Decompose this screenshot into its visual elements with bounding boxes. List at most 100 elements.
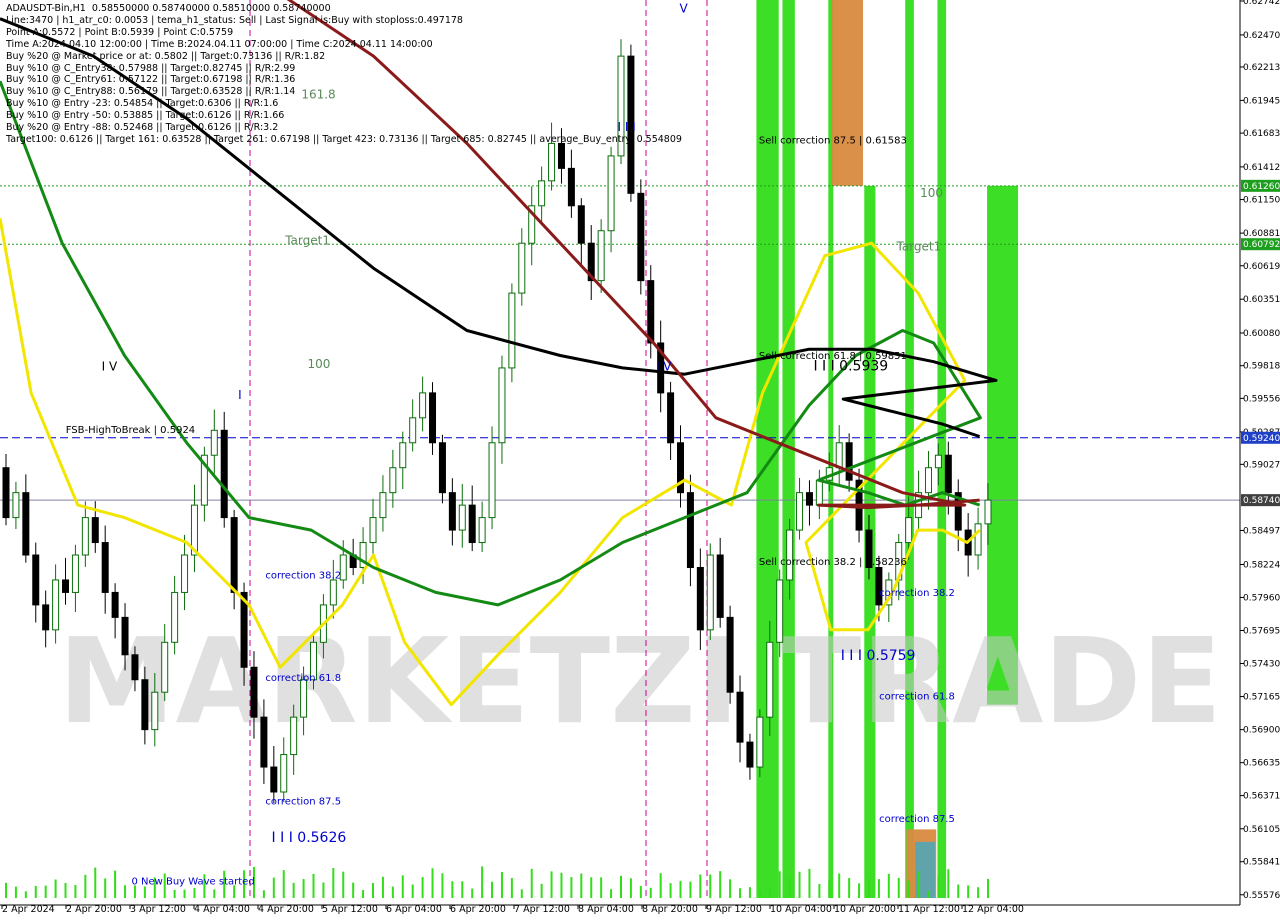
- info-line-buy-market: Buy %20 @ Market price or at: 0.5802 || …: [6, 50, 326, 62]
- candle-body: [369, 517, 377, 544]
- zone-3: [832, 0, 864, 186]
- volume-bar: [719, 871, 722, 898]
- candle-body: [52, 579, 60, 631]
- volume-bar: [500, 871, 503, 898]
- volume-bar: [679, 880, 682, 898]
- volume-bar: [590, 877, 593, 898]
- volume-bar: [431, 868, 434, 898]
- volume-bar: [14, 886, 17, 898]
- volume-bar: [808, 868, 811, 898]
- candle-body: [161, 641, 169, 693]
- candle: [508, 283, 516, 383]
- annotation-20: correction 61.8: [879, 692, 955, 703]
- candle-body: [716, 554, 724, 618]
- info-block: ADAUSDT-Bin,H1 0.58550000 0.58740000 0.5…: [6, 3, 682, 146]
- candle-body: [230, 517, 238, 593]
- time-label-7: 6 Apr 20:00: [450, 904, 506, 915]
- time-label-15: 12 Apr 04:00: [962, 904, 1024, 915]
- candle-body: [875, 566, 883, 606]
- info-line-buy-c38: Buy %10 @ C_Entry38: 0.57988 || Target:0…: [6, 62, 296, 74]
- candle-body: [786, 529, 794, 581]
- candle-body: [121, 616, 129, 656]
- volume-bar: [798, 871, 801, 898]
- annotation-4: I: [238, 388, 242, 402]
- candle-body: [577, 205, 585, 244]
- candle-body: [766, 641, 774, 718]
- volume-bar: [104, 878, 107, 898]
- price-tick-label-19: 0.57430: [1243, 660, 1280, 670]
- info-line-status: Line:3470 | h1_atr_c0: 0.0053 | tema_h1_…: [6, 14, 463, 26]
- candle-body: [974, 523, 982, 556]
- candle-body: [280, 754, 288, 793]
- candle-body: [597, 230, 605, 282]
- volume-bar: [729, 879, 732, 898]
- volume-bar: [510, 878, 513, 898]
- time-label-8: 7 Apr 12:00: [514, 904, 570, 915]
- candle-body: [91, 517, 99, 544]
- info-line-symbol: ADAUSDT-Bin,H1 0.58550000 0.58740000 0.5…: [6, 3, 331, 14]
- volume-bar: [580, 873, 583, 898]
- candle: [438, 434, 446, 504]
- volume-bar: [560, 872, 563, 898]
- volume-bar: [332, 867, 335, 898]
- volume-bar: [709, 874, 712, 898]
- volume-bar: [421, 877, 424, 898]
- candle-body: [42, 604, 50, 631]
- volume-bar: [629, 878, 632, 898]
- volume-bar: [689, 881, 692, 898]
- volume-bar: [610, 889, 613, 898]
- volume-bar: [748, 887, 751, 898]
- price-tick-label-14: 0.59027: [1243, 460, 1280, 470]
- volume-bar: [461, 881, 464, 898]
- price-tick-label-20: 0.57165: [1243, 693, 1280, 703]
- volume-bar: [550, 871, 553, 898]
- volume-bar: [471, 888, 474, 898]
- candle-body: [905, 517, 913, 544]
- volume-bar: [530, 868, 533, 898]
- time-label-6: 6 Apr 04:00: [386, 904, 442, 915]
- price-tick-label-18: 0.57695: [1243, 626, 1280, 636]
- volume-bar: [133, 885, 136, 898]
- price-tick-label-24: 0.56105: [1243, 825, 1280, 835]
- volume-bar: [84, 874, 87, 898]
- volume-bar: [927, 890, 930, 898]
- candle-body: [12, 492, 20, 519]
- candle-body: [478, 517, 486, 544]
- candle-body: [101, 542, 109, 593]
- price-highlight-label-1: 0.60792: [1243, 240, 1280, 250]
- volume-bar: [94, 867, 97, 898]
- time-label-2: 3 Apr 12:00: [130, 904, 186, 915]
- candle-body: [111, 591, 119, 618]
- candle-body: [845, 442, 853, 481]
- volume-bar: [381, 876, 384, 898]
- volume-bar: [739, 888, 742, 898]
- volume-bar: [451, 881, 454, 898]
- annotation-13: 0 New Buy Wave started: [131, 876, 254, 887]
- volume-bar: [649, 887, 652, 898]
- candle-body: [409, 417, 417, 444]
- candle-body: [696, 566, 704, 631]
- volume-bar: [907, 880, 910, 898]
- volume-bar: [24, 891, 27, 898]
- price-highlight-label-0: 0.61260: [1243, 182, 1280, 192]
- price-tick-label-15: 0.58497: [1243, 526, 1280, 536]
- info-line-buy-e23: Buy %10 @ Entry -23: 0.54854 || Target:0…: [6, 98, 279, 110]
- price-highlight-label-2: 0.59240: [1243, 434, 1280, 444]
- volume-bar: [957, 884, 960, 898]
- volume-bar: [282, 870, 285, 898]
- candle-body: [776, 579, 784, 643]
- volume-bar: [183, 889, 186, 898]
- candle-body: [686, 492, 694, 568]
- volume-bar: [877, 879, 880, 898]
- candle-body: [379, 492, 387, 519]
- price-tick-label-21: 0.56900: [1243, 726, 1280, 736]
- candle-body: [290, 716, 298, 756]
- annotation-2: 100: [308, 357, 331, 371]
- price-tick-label-25: 0.55841: [1243, 858, 1280, 868]
- volume-bar: [937, 876, 940, 898]
- volume-bar: [699, 874, 702, 898]
- price-tick-label-4: 0.61683: [1243, 129, 1280, 139]
- volume-bar: [947, 869, 950, 898]
- volume-bar: [659, 873, 662, 898]
- volume-bar: [758, 891, 761, 898]
